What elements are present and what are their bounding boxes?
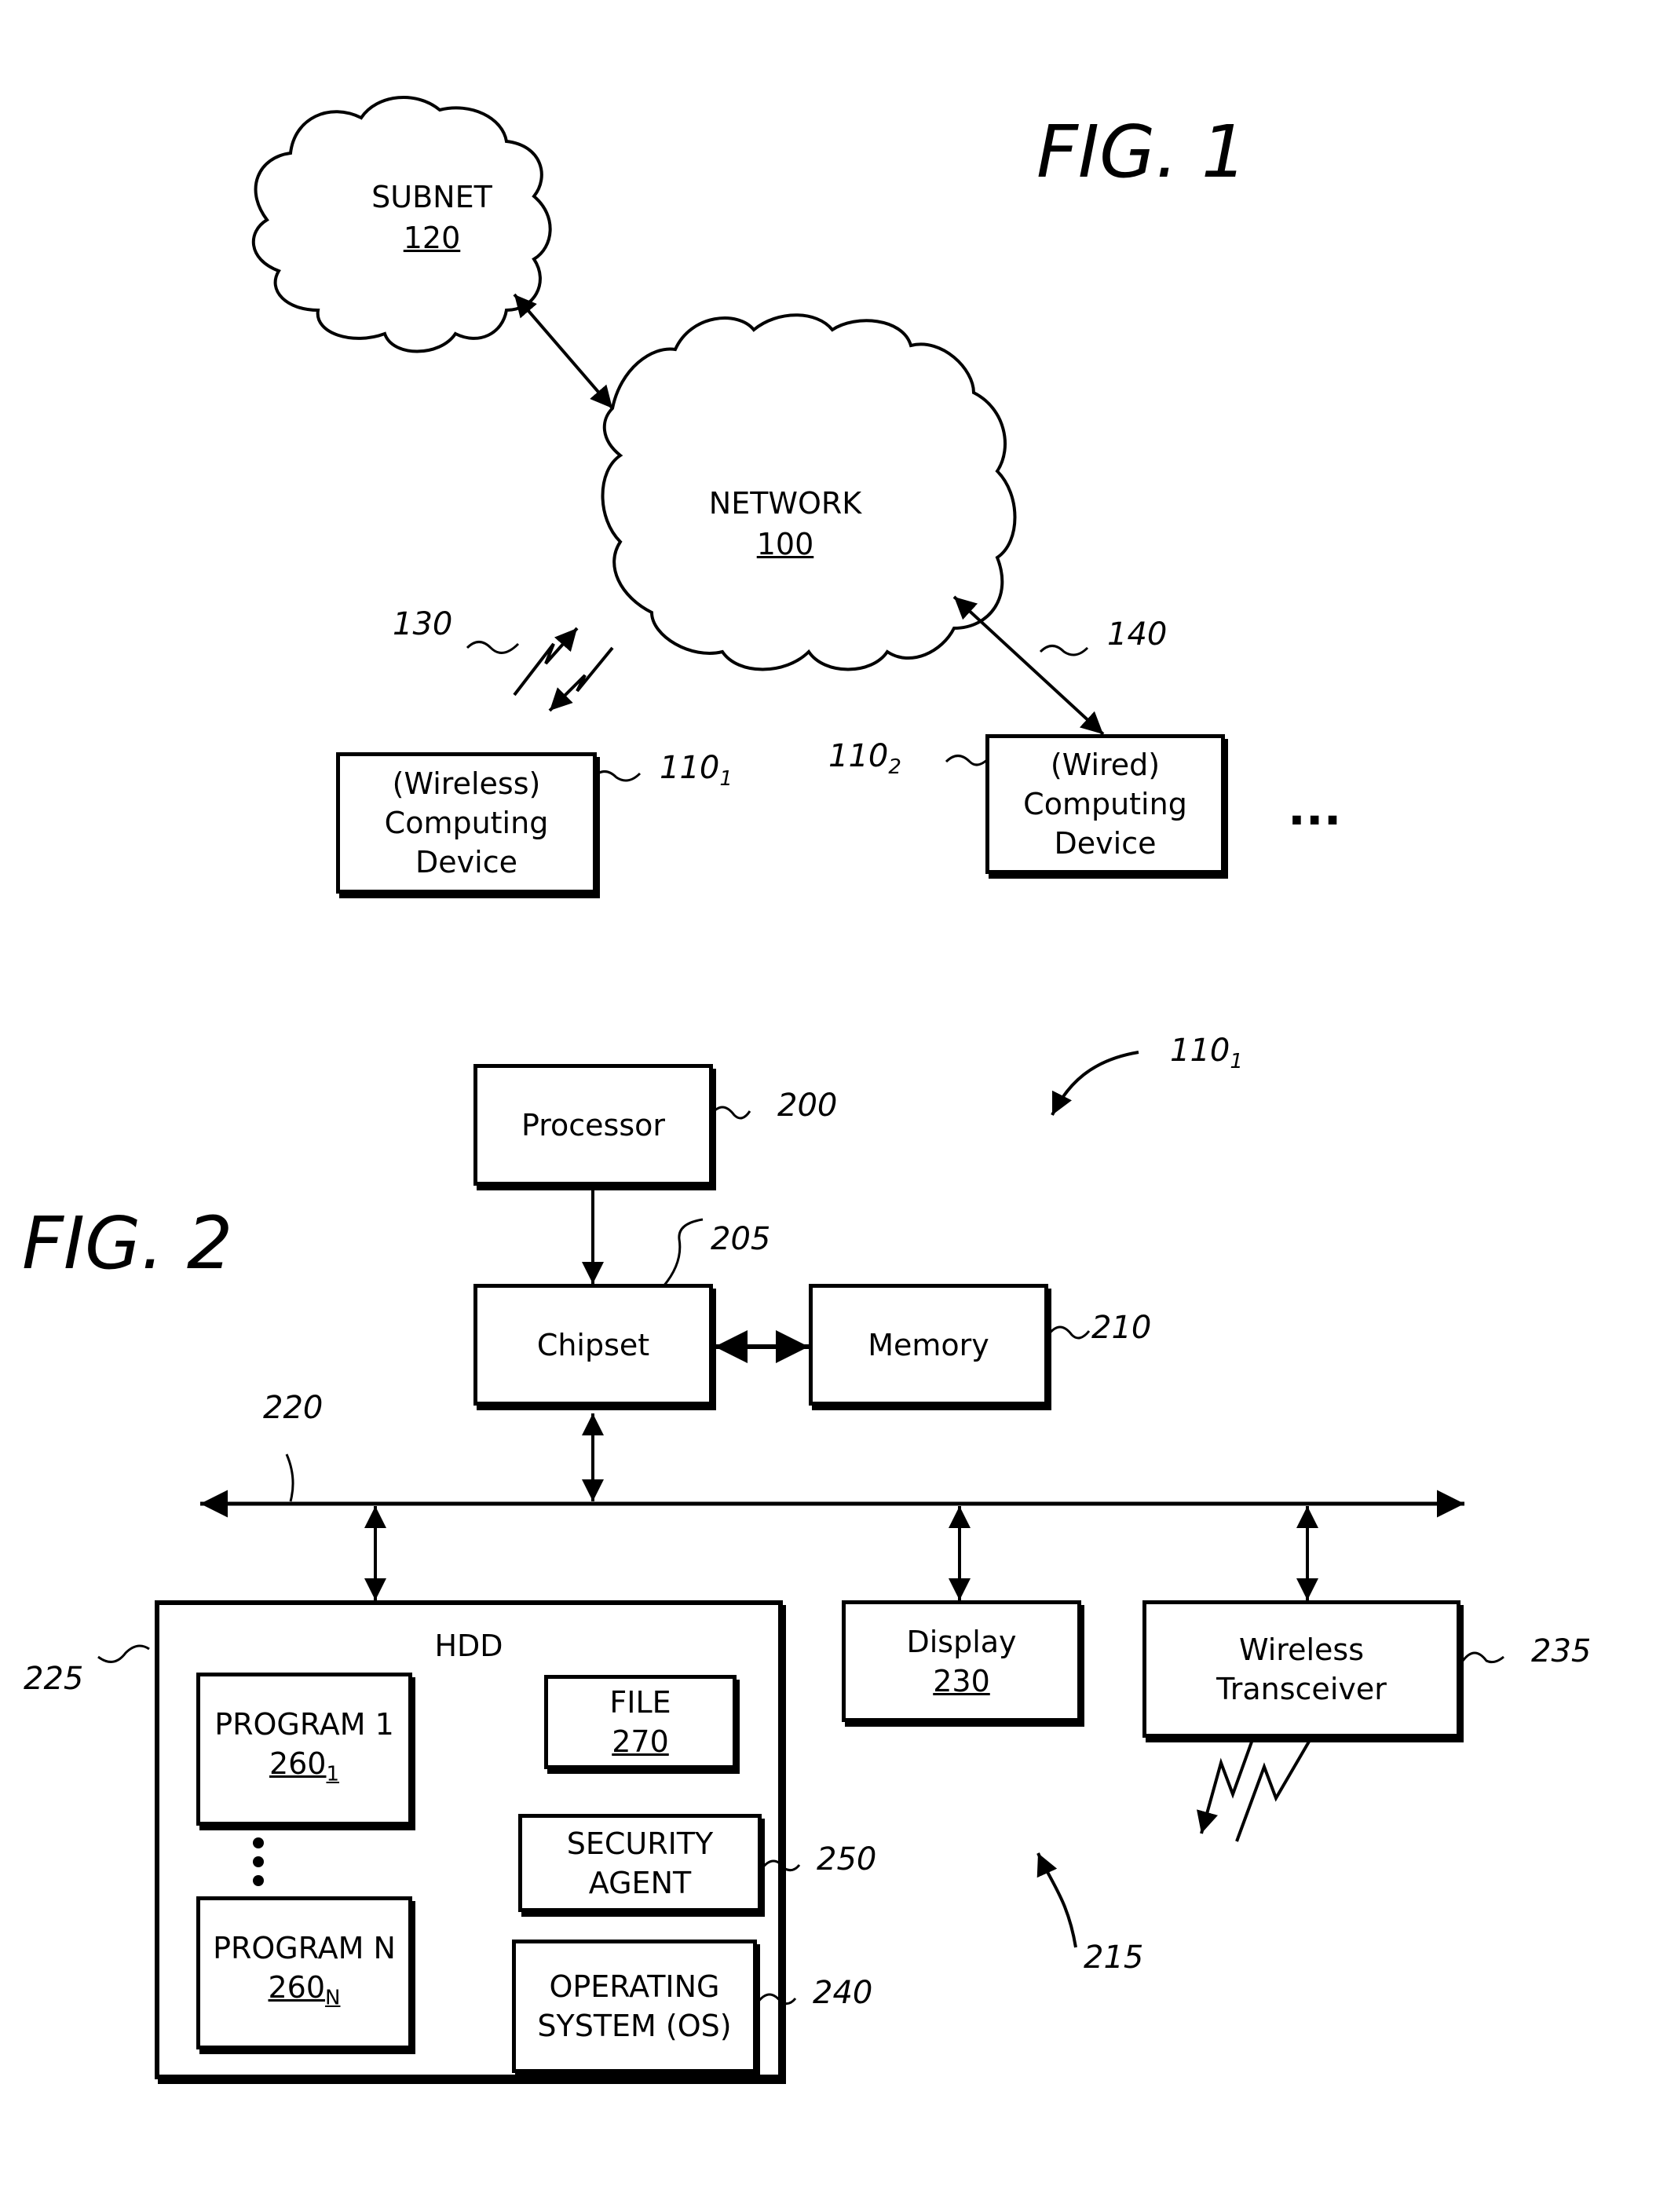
os-ref: 240 xyxy=(813,1975,873,2011)
programN-ref: 260N xyxy=(268,1969,341,2010)
fig1-title: FIG. 1 xyxy=(1036,110,1248,194)
chipset-label: Chipset xyxy=(536,1327,650,1362)
security-agent-line2: AGENT xyxy=(588,1865,692,1900)
file-ref: 270 xyxy=(612,1724,669,1759)
programN-block: PROGRAM N 260N xyxy=(196,1896,412,2049)
transceiver-line1: Wireless xyxy=(1239,1632,1364,1667)
wireless-signal-icon xyxy=(513,627,579,697)
bus-ref: 220 xyxy=(263,1390,324,1426)
wireless-device-line2: Computing xyxy=(384,806,549,840)
wireless-device-line1: (Wireless) xyxy=(392,766,541,801)
network-name: NETWORK xyxy=(708,486,862,521)
wired-computing-device: (Wired) Computing Device xyxy=(985,734,1225,874)
memory-block: Memory xyxy=(809,1284,1048,1406)
wireless-link-ref: 130 xyxy=(393,606,453,642)
program1-label: PROGRAM 1 xyxy=(214,1706,394,1742)
os-line2: SYSTEM (OS) xyxy=(537,2009,732,2043)
hdd-ref: 225 xyxy=(24,1661,84,1697)
network-ref: 100 xyxy=(756,527,814,561)
fig2-title: FIG. 2 xyxy=(22,1201,233,1285)
logic-ref: 215 xyxy=(1084,1940,1144,1976)
more-devices-ellipsis: ... xyxy=(1288,781,1342,836)
device-ref: 1101 xyxy=(1170,1033,1243,1073)
processor-block: Processor xyxy=(473,1064,713,1186)
ellipsis-dots xyxy=(253,1837,264,1886)
subnet-ref: 120 xyxy=(403,221,461,255)
wired-device-line2: Computing xyxy=(1023,787,1187,821)
processor-ref: 200 xyxy=(777,1088,838,1124)
security-agent-ref: 250 xyxy=(817,1841,877,1877)
device-pointer-arrow xyxy=(1051,1051,1139,1116)
display-label: Display xyxy=(906,1624,1017,1659)
wired-device-line1: (Wired) xyxy=(1050,748,1161,782)
hdd-label: HDD xyxy=(434,1629,503,1663)
security-agent-block: SECURITY AGENT xyxy=(518,1814,762,1912)
programN-label: PROGRAM N xyxy=(213,1930,396,1965)
security-agent-line1: SECURITY xyxy=(566,1826,714,1861)
wireless-device-ref: 1101 xyxy=(660,750,733,791)
chipset-ref: 205 xyxy=(711,1221,771,1257)
display-block: Display 230 xyxy=(842,1600,1081,1722)
logic-pointer-arrow xyxy=(1036,1852,1077,1948)
program1-ref: 2601 xyxy=(269,1746,340,1786)
memory-label: Memory xyxy=(868,1327,989,1362)
wireless-transceiver-block: Wireless Transceiver xyxy=(1142,1600,1460,1738)
file-block: FILE 270 xyxy=(544,1675,737,1769)
file-label: FILE xyxy=(609,1685,671,1720)
wired-link-ref: 140 xyxy=(1107,616,1168,653)
os-block: OPERATING SYSTEM (OS) xyxy=(512,1940,757,2073)
wired-device-line3: Device xyxy=(1054,826,1157,861)
subnet-name: SUBNET xyxy=(371,180,492,214)
os-line1: OPERATING xyxy=(549,1969,720,2004)
wireless-device-line3: Device xyxy=(415,845,517,879)
subnet-network-link xyxy=(513,293,614,410)
wired-device-ref: 1102 xyxy=(828,738,901,779)
display-ref: 230 xyxy=(933,1663,990,1698)
wireless-computing-device: (Wireless) Computing Device xyxy=(336,752,597,894)
program1-block: PROGRAM 1 2601 xyxy=(196,1673,412,1826)
transceiver-ref: 235 xyxy=(1531,1633,1592,1669)
wired-link xyxy=(952,595,1105,736)
memory-ref: 210 xyxy=(1091,1310,1152,1346)
transceiver-line2: Transceiver xyxy=(1216,1671,1387,1706)
network-label: NETWORK 100 xyxy=(691,483,879,565)
processor-label: Processor xyxy=(521,1107,666,1143)
subnet-label: SUBNET 120 xyxy=(338,177,526,258)
chipset-block: Chipset xyxy=(473,1284,713,1406)
